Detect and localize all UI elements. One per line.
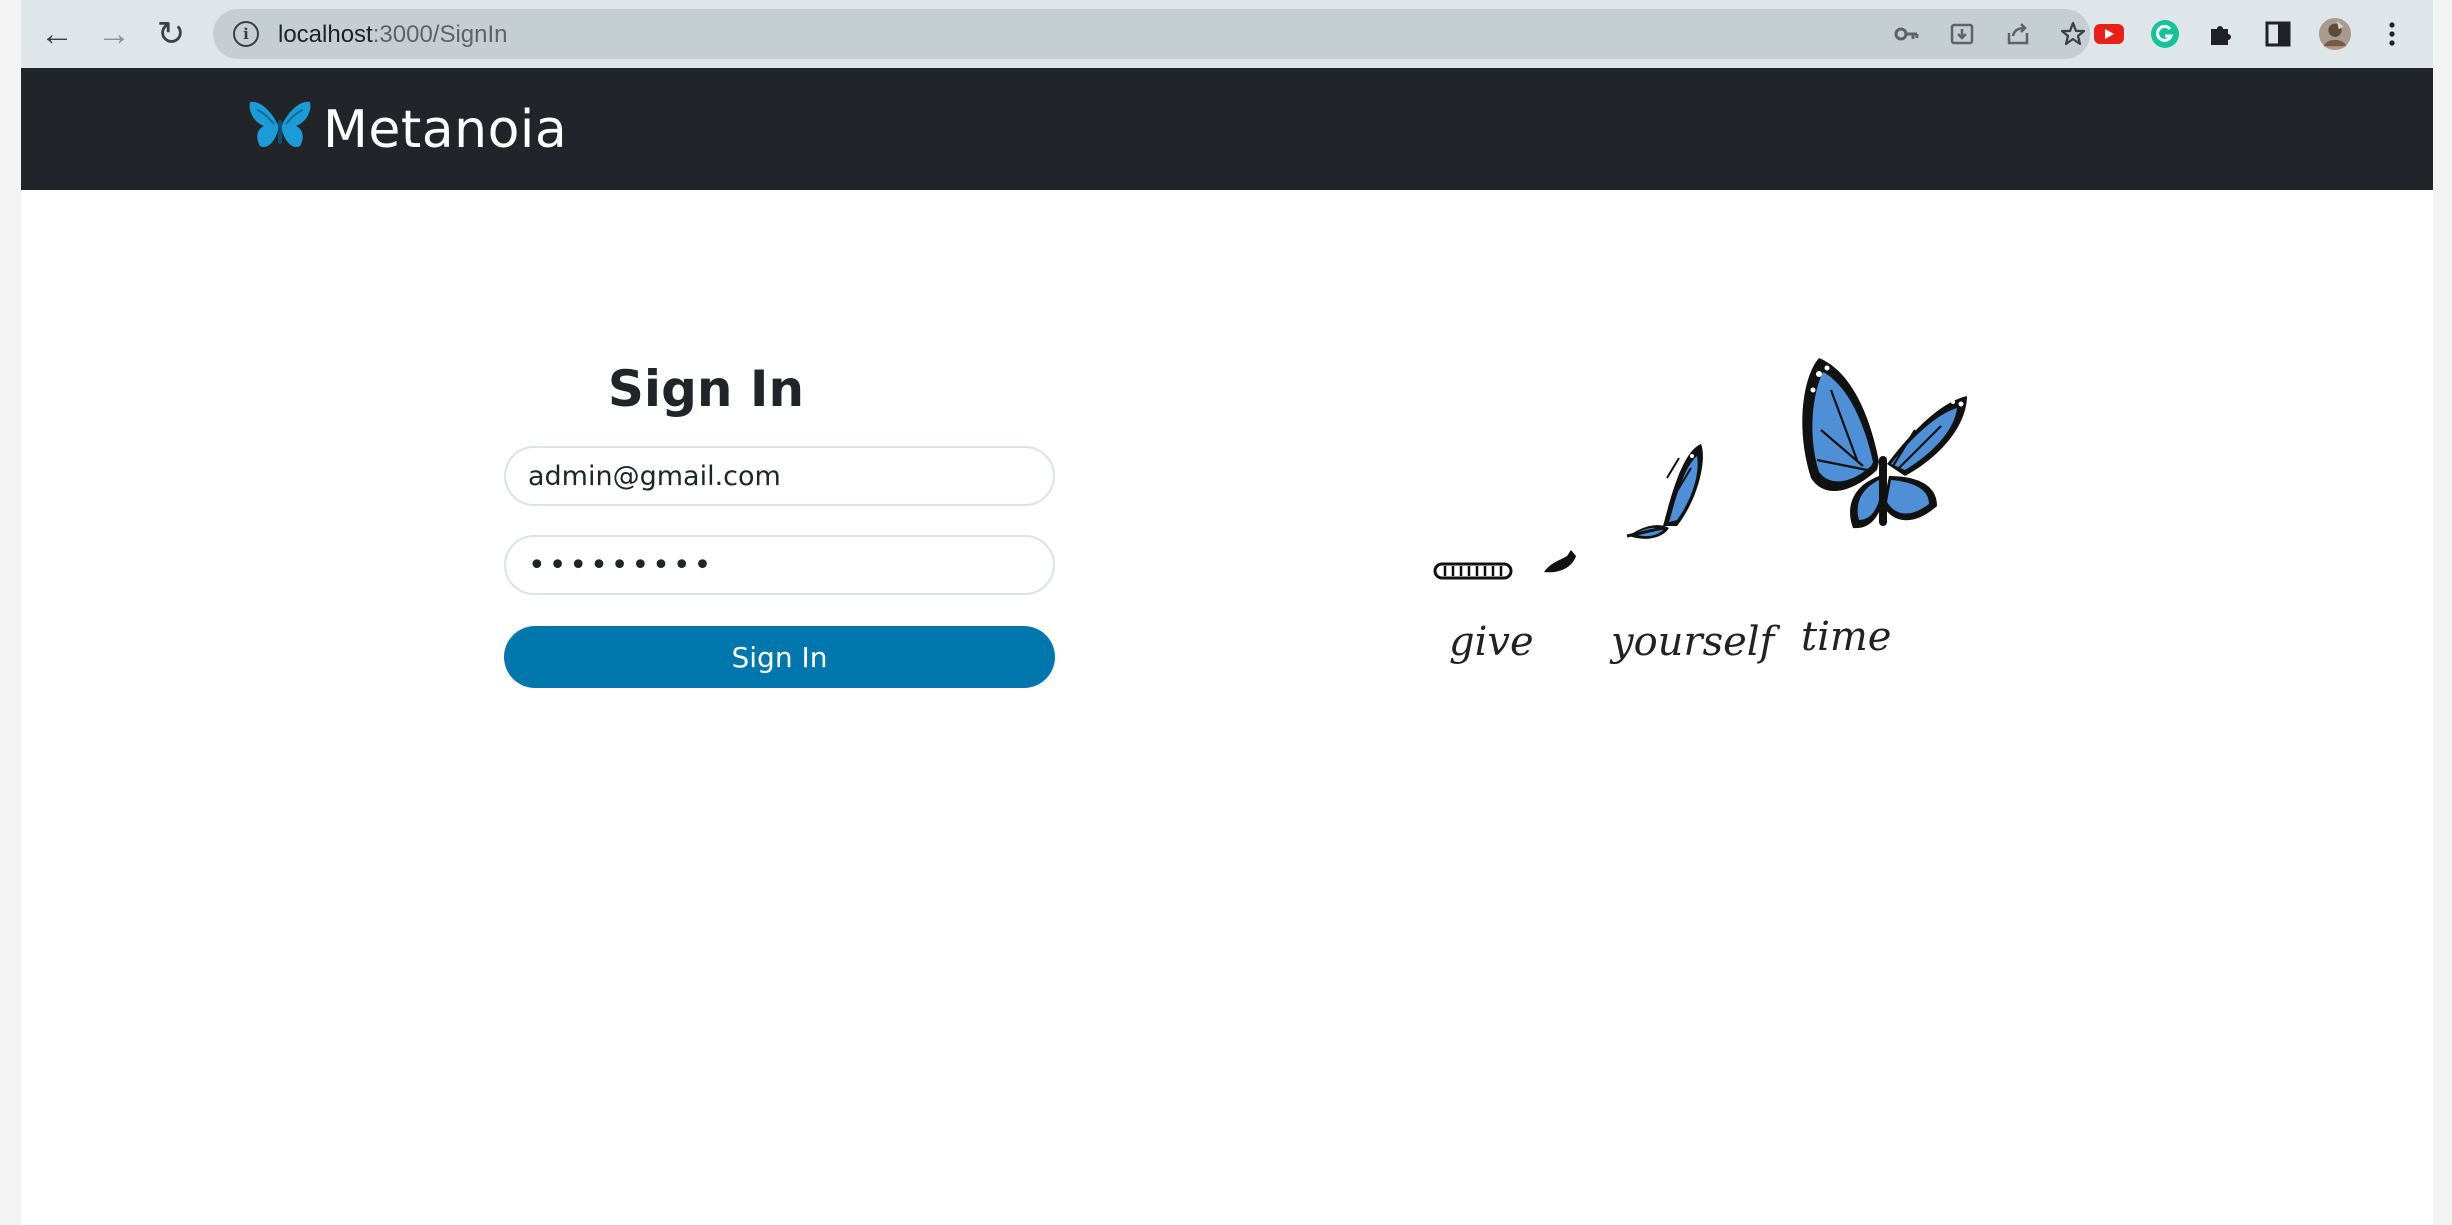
app-navbar: Metanoia xyxy=(21,68,2433,190)
address-bar[interactable]: i localhost:3000/SignIn xyxy=(213,9,2090,59)
sidepanel-icon[interactable] xyxy=(2261,17,2295,51)
browser-window: ← → ↻ i localhost:3000/SignIn Metanoia S… xyxy=(21,0,2433,1225)
signin-button[interactable]: Sign In xyxy=(504,626,1055,688)
chrysalis-icon xyxy=(1544,550,1576,573)
reload-button[interactable]: ↻ xyxy=(149,12,193,56)
word-time: time xyxy=(1801,614,1891,660)
password-field[interactable]: ••••••••• xyxy=(504,535,1055,595)
large-butterfly-icon xyxy=(1802,358,1967,529)
word-give: give xyxy=(1449,619,1534,665)
small-butterfly-icon xyxy=(1626,444,1703,539)
extensions-puzzle-icon[interactable] xyxy=(2204,17,2238,51)
grammarly-extension-icon[interactable] xyxy=(2148,17,2182,51)
install-icon[interactable] xyxy=(1947,19,1977,49)
star-icon[interactable] xyxy=(2058,19,2088,49)
url-host: localhost xyxy=(278,21,373,48)
profile-avatar[interactable] xyxy=(2318,17,2352,51)
menu-kebab-icon[interactable] xyxy=(2375,17,2409,51)
word-yourself: yourself xyxy=(1609,619,1781,665)
butterfly-logo-icon xyxy=(247,98,313,161)
signin-heading: Sign In xyxy=(607,360,805,418)
browser-toolbar: ← → ↻ i localhost:3000/SignIn xyxy=(21,0,2433,68)
email-field[interactable]: admin@gmail.com xyxy=(504,446,1055,506)
youtube-extension-icon[interactable] xyxy=(2092,17,2126,51)
key-icon[interactable] xyxy=(1891,19,1921,49)
brand-link[interactable]: Metanoia xyxy=(247,98,567,161)
forward-button[interactable]: → xyxy=(92,12,136,56)
share-icon[interactable] xyxy=(2003,19,2033,49)
metamorphosis-illustration: give yourself time xyxy=(1401,330,2001,710)
brand-name: Metanoia xyxy=(323,99,568,160)
url-text[interactable]: localhost:3000/SignIn xyxy=(278,21,508,49)
back-button[interactable]: ← xyxy=(35,12,79,56)
caterpillar-icon xyxy=(1433,562,1513,580)
site-info-icon[interactable]: i xyxy=(233,21,259,47)
url-path: :3000/SignIn xyxy=(372,21,508,48)
